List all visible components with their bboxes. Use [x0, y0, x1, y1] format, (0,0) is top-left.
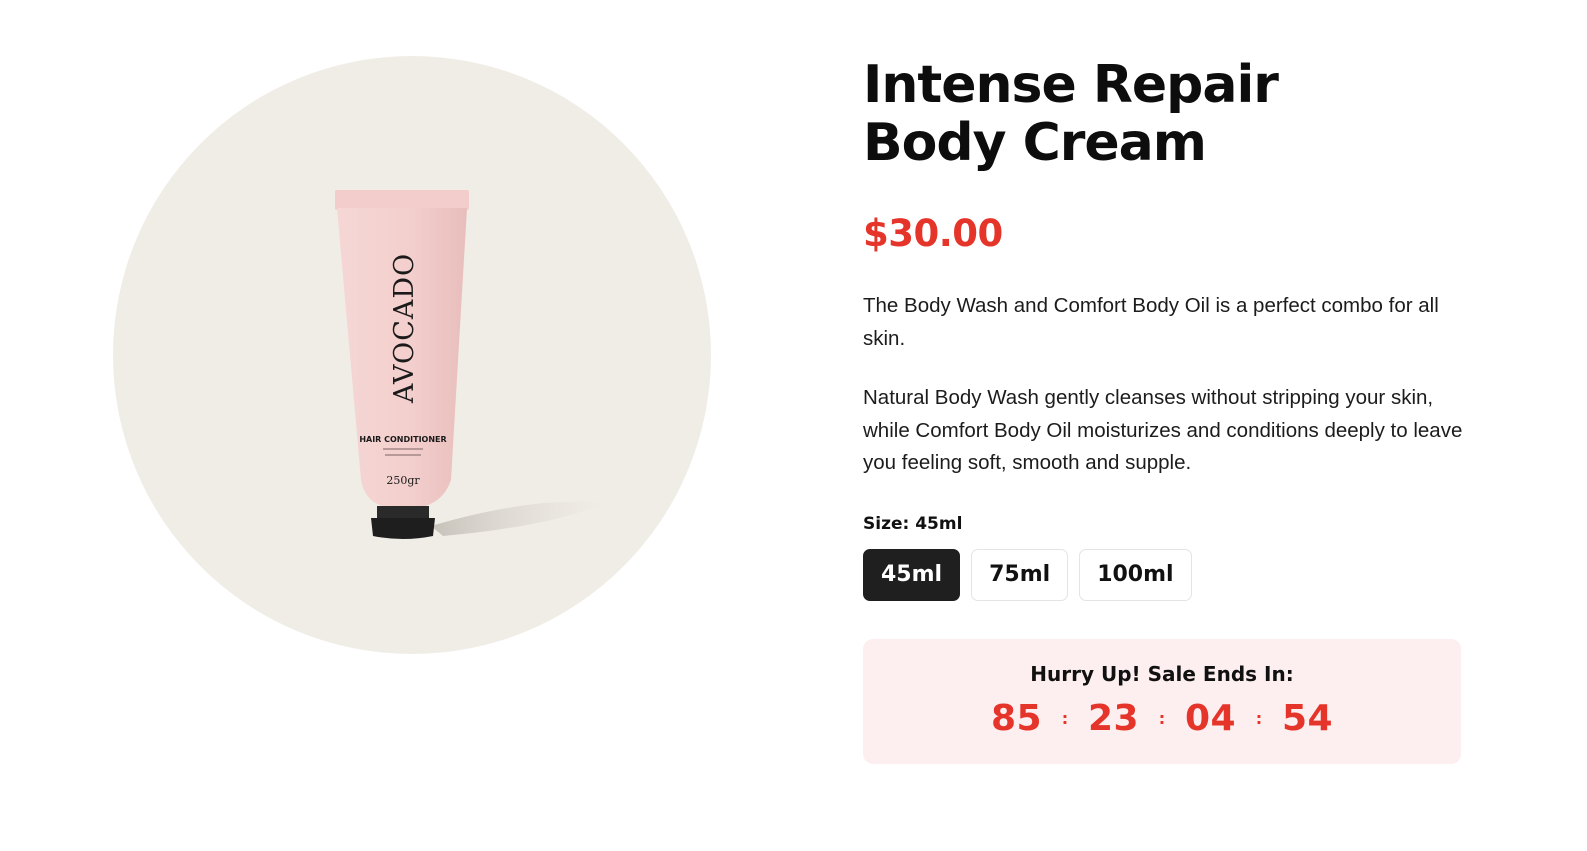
product-title: Intense Repair Body Cream — [863, 56, 1463, 172]
size-options: 45ml 75ml 100ml — [863, 548, 1463, 601]
countdown-separator: : — [1061, 709, 1069, 728]
product-info: Intense Repair Body Cream $30.00 The Bod… — [863, 56, 1463, 764]
product-description-1: The Body Wash and Comfort Body Oil is a … — [863, 294, 1439, 350]
tube-fineprint-1 — [383, 448, 423, 450]
tube-weight-text: 250gr — [386, 474, 420, 487]
size-selected-value: 45ml — [915, 513, 963, 534]
sale-heading: Hurry Up! Sale Ends In: — [1030, 661, 1294, 686]
tube-neck — [377, 506, 429, 518]
size-label-text: Size: — [863, 513, 910, 534]
tube-shadow — [431, 501, 605, 536]
size-option-100ml[interactable]: 100ml — [1079, 548, 1192, 601]
countdown-separator: : — [1158, 709, 1166, 728]
product-image: AVOCADO HAIR CONDITIONER 250gr — [113, 56, 711, 654]
tube-fineprint-2 — [385, 454, 421, 456]
product-title-line-2: Body Cream — [863, 113, 1207, 173]
countdown-hours: 23 — [1087, 697, 1140, 739]
tube-cap — [371, 518, 435, 539]
countdown-seconds: 54 — [1281, 697, 1334, 739]
product-tube-illustration: AVOCADO HAIR CONDITIONER 250gr — [335, 190, 605, 539]
sale-countdown-box: Hurry Up! Sale Ends In: 85 : 23 : 04 : 5… — [863, 638, 1461, 764]
countdown-days: 85 — [990, 697, 1043, 739]
countdown-timer: 85 : 23 : 04 : 54 — [863, 697, 1461, 741]
countdown-minutes: 04 — [1184, 697, 1237, 739]
product-price: $30.00 — [863, 212, 1003, 255]
product-title-line-1: Intense Repair — [863, 55, 1279, 115]
tube-brand-text: AVOCADO — [389, 253, 420, 404]
size-option-75ml[interactable]: 75ml — [971, 548, 1069, 601]
size-option-45ml[interactable]: 45ml — [863, 548, 961, 601]
tube-crimp — [335, 190, 469, 210]
size-label: Size: 45ml — [863, 513, 1463, 535]
tube-line-text: HAIR CONDITIONER — [359, 435, 446, 444]
product-page: AVOCADO HAIR CONDITIONER 250gr Intense R… — [0, 0, 1587, 851]
countdown-separator: : — [1255, 709, 1263, 728]
product-description-2: Natural Body Wash gently cleanses withou… — [863, 386, 1463, 474]
